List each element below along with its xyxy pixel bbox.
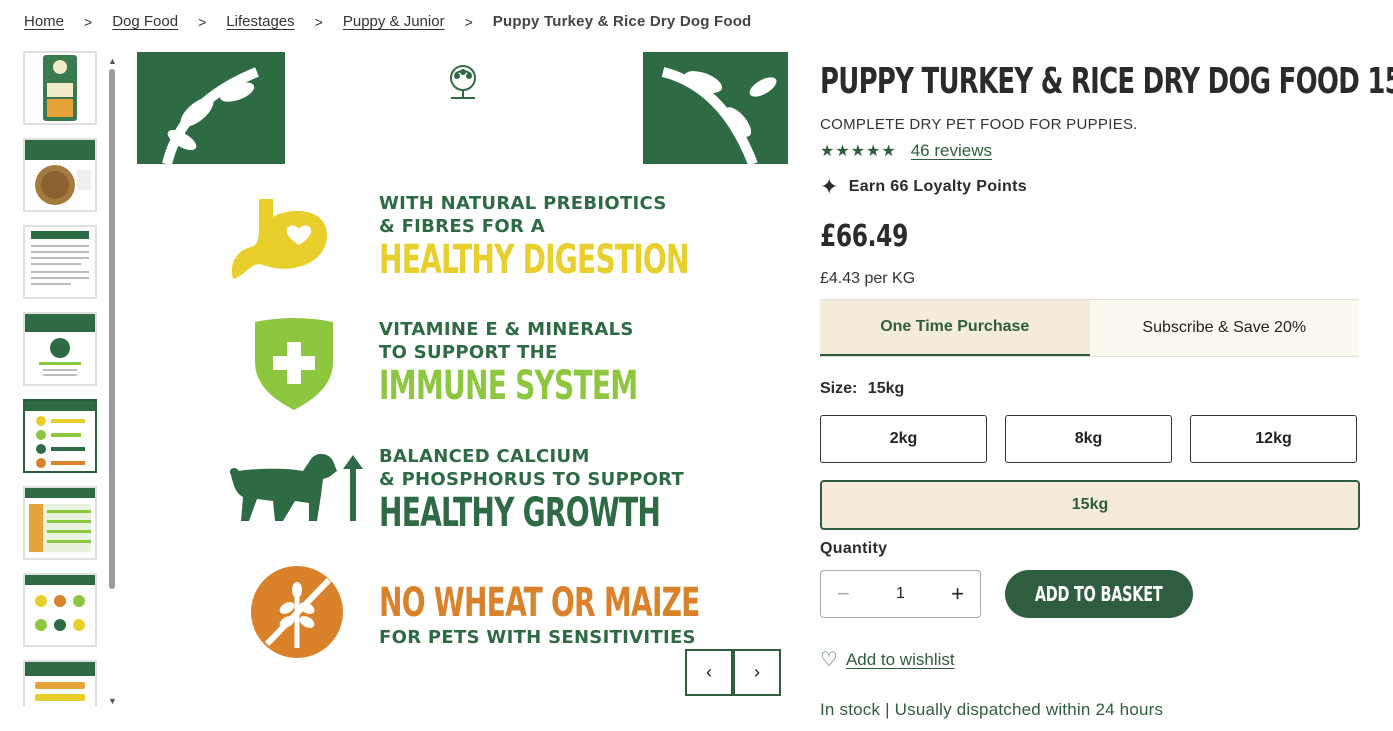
feature-line1: BALANCED CALCIUM <box>379 446 590 467</box>
size-label: Size: 15kg <box>820 380 904 398</box>
rating: ★★★★★ 46 reviews <box>820 141 1360 161</box>
chevron-right-icon: > <box>464 13 473 30</box>
size-label-text: Size: <box>820 380 858 397</box>
stomach-heart-icon <box>229 195 333 284</box>
scrollbar-thumb[interactable] <box>109 69 115 589</box>
feature-line2: & PHOSPHORUS TO SUPPORT <box>379 469 685 490</box>
product-info: PUPPY TURKEY & RICE DRY DOG FOOD 15KG CO… <box>820 60 1393 719</box>
breadcrumb: Home > Dog Food > Lifestages > Puppy & J… <box>24 13 751 30</box>
add-to-basket-button[interactable]: ADD TO BASKET <box>1005 570 1193 618</box>
breadcrumb-current: Puppy Turkey & Rice Dry Dog Food <box>492 13 752 30</box>
product-subtitle: COMPLETE DRY PET FOOD FOR PUPPIES. <box>820 116 1138 133</box>
thumbnail-scrollbar[interactable]: ▲ ▼ <box>108 57 117 706</box>
feature-line1: WITH NATURAL PREBIOTICS <box>379 193 667 214</box>
stock-status: In stock | Usually dispatched within 24 … <box>820 700 1164 719</box>
feature-line1: VITAMINE E & MINERALS <box>379 319 634 340</box>
heart-icon: ♡ <box>820 649 838 671</box>
plus-icon[interactable]: + <box>951 581 964 607</box>
star-rating-icon: ★★★★★ <box>820 143 897 160</box>
add-to-basket-label: ADD TO BASKET <box>1035 582 1163 606</box>
chevron-right-icon: > <box>84 13 93 30</box>
no-wheat-icon <box>249 564 345 665</box>
thumbnail-environment[interactable] <box>23 312 97 386</box>
feature-line2: & FIBRES FOR A <box>379 216 545 237</box>
thumbnail-naturally-healthy[interactable] <box>23 660 97 706</box>
thumbnail-feeding-guide[interactable] <box>23 486 97 560</box>
product-main-image: WITH NATURAL PREBIOTICS & FIBRES FOR A H… <box>137 52 788 702</box>
chevron-right-icon: > <box>314 13 323 30</box>
purchase-type-tabs: One Time Purchase Subscribe & Save 20% <box>820 299 1359 357</box>
chevron-right-icon: › <box>754 662 760 682</box>
sparkle-icon: ✦ <box>820 174 839 199</box>
thumbnail-kibble[interactable] <box>23 138 97 212</box>
breadcrumb-lifestages[interactable]: Lifestages <box>226 13 294 30</box>
thumbnail-ingredients[interactable] <box>23 225 97 299</box>
size-option-12kg[interactable]: 12kg <box>1190 415 1357 463</box>
feature-headline: HEALTHY GROWTH <box>379 490 661 536</box>
quantity-label: Quantity <box>820 540 888 557</box>
tab-subscribe-save[interactable]: Subscribe & Save 20% <box>1089 300 1359 356</box>
quantity-input[interactable]: 1 <box>896 585 905 603</box>
feature-headline: IMMUNE SYSTEM <box>379 363 638 409</box>
breadcrumb-home[interactable]: Home <box>24 13 64 30</box>
loyalty-points: ✦ Earn 66 Loyalty Points <box>820 174 1360 199</box>
feature-line2: TO SUPPORT THE <box>379 342 558 363</box>
thumbnail-expertise[interactable] <box>23 573 97 647</box>
feature-headline: NO WHEAT OR MAIZE <box>379 580 700 626</box>
shield-cross-icon <box>253 318 335 415</box>
size-option-15kg[interactable]: 15kg <box>820 480 1360 530</box>
next-image-button[interactable]: › <box>733 649 781 696</box>
chevron-right-icon: > <box>198 13 207 30</box>
leaf-decoration-left <box>137 52 285 166</box>
size-option-8kg[interactable]: 8kg <box>1005 415 1172 463</box>
product-title: PUPPY TURKEY & RICE DRY DOG FOOD 15KG <box>820 61 1393 102</box>
brand-logo-icon <box>441 64 485 105</box>
reviews-link[interactable]: 46 reviews <box>911 141 992 161</box>
thumbnail-list <box>23 51 99 706</box>
scroll-down-arrow-icon[interactable]: ▼ <box>108 697 117 706</box>
prev-image-button[interactable]: ‹ <box>685 649 733 696</box>
scroll-up-arrow-icon[interactable]: ▲ <box>108 57 117 66</box>
wishlist-label: Add to wishlist <box>845 649 955 669</box>
minus-icon[interactable]: − <box>837 581 850 607</box>
breadcrumb-dog-food[interactable]: Dog Food <box>112 13 178 30</box>
thumbnail-pack-front[interactable] <box>23 51 97 125</box>
price: £66.49 <box>820 219 908 254</box>
puppy-growth-icon <box>225 451 365 532</box>
loyalty-text: Earn 66 Loyalty Points <box>848 178 1027 195</box>
quantity-stepper: − 1 + <box>820 570 981 618</box>
price-per-kg: £4.43 per KG <box>820 270 916 287</box>
feature-headline: HEALTHY DIGESTION <box>379 237 689 283</box>
leaf-decoration-right <box>643 52 788 166</box>
add-to-wishlist-link[interactable]: ♡ Add to wishlist <box>820 647 955 672</box>
size-selected-value: 15kg <box>867 380 905 397</box>
tab-one-time-purchase[interactable]: One Time Purchase <box>820 300 1090 356</box>
feature-line2: FOR PETS WITH SENSITIVITIES <box>379 627 696 648</box>
chevron-left-icon: ‹ <box>706 662 712 682</box>
size-option-2kg[interactable]: 2kg <box>820 415 987 463</box>
breadcrumb-puppy-junior[interactable]: Puppy & Junior <box>343 13 445 30</box>
thumbnail-benefits[interactable] <box>23 399 97 473</box>
